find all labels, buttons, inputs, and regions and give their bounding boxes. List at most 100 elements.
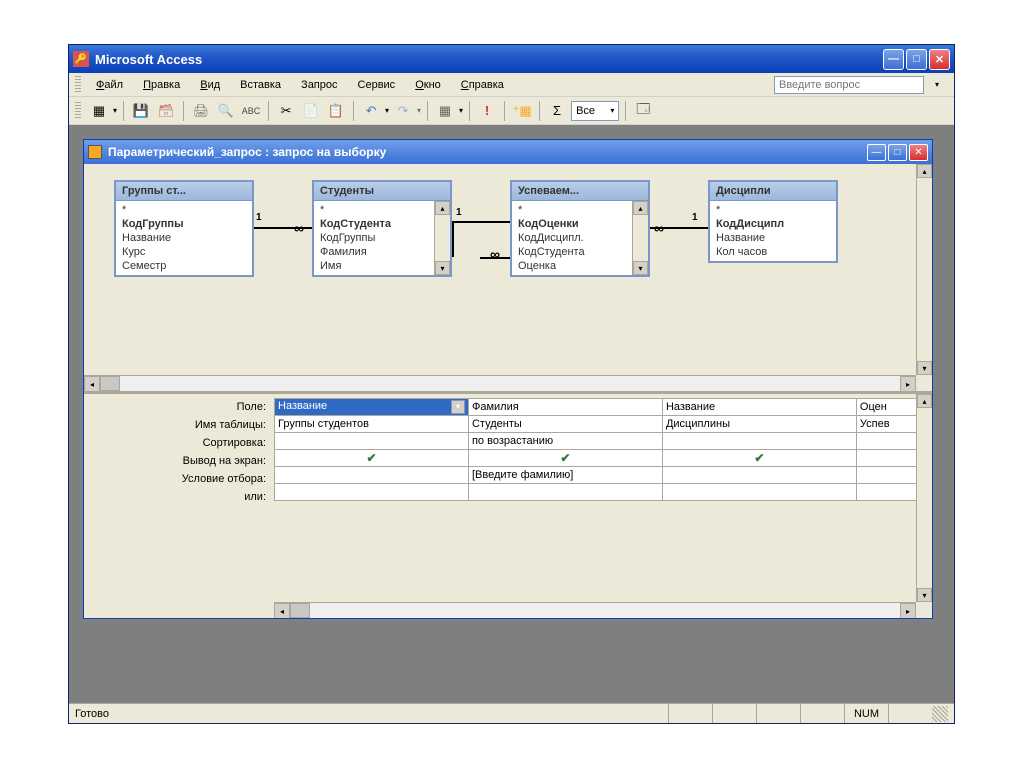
table-progress[interactable]: Успеваем... * КодОценки КодДисципл. КодС… bbox=[510, 180, 650, 277]
properties-button[interactable]: 🗔 bbox=[632, 100, 654, 122]
cut-button[interactable]: ✂ bbox=[275, 100, 297, 122]
grid-cell-field[interactable]: Название▾ bbox=[275, 399, 469, 416]
scroll-down-icon[interactable]: ▾ bbox=[633, 261, 648, 275]
redo-button[interactable]: ↷ bbox=[392, 100, 414, 122]
field[interactable]: Название bbox=[116, 231, 252, 245]
field[interactable]: КодГруппы bbox=[314, 231, 450, 245]
scroll-down-icon[interactable]: ▾ bbox=[917, 588, 932, 602]
grid-cell-table[interactable]: Дисциплины bbox=[662, 416, 856, 433]
view-button[interactable]: ▦ bbox=[88, 100, 110, 122]
field[interactable]: Кол часов bbox=[710, 245, 836, 259]
copy-button[interactable]: 📄 bbox=[300, 100, 322, 122]
scroll-right-icon[interactable]: ▸ bbox=[900, 376, 916, 392]
menu-file[interactable]: Файл bbox=[87, 76, 132, 94]
field-pk[interactable]: КодОценки bbox=[512, 217, 648, 231]
totals-button[interactable]: Σ bbox=[546, 100, 568, 122]
help-dropdown-icon[interactable]: ▾ bbox=[926, 74, 948, 96]
minimize-button[interactable]: — bbox=[883, 49, 904, 70]
grid-cell-or[interactable] bbox=[662, 484, 856, 501]
run-button[interactable]: ! bbox=[476, 100, 498, 122]
maximize-button[interactable]: □ bbox=[906, 49, 927, 70]
grid-cell-sort[interactable] bbox=[275, 433, 469, 450]
print-button[interactable]: 🖨 bbox=[190, 100, 212, 122]
field-pk[interactable]: КодДисципл bbox=[710, 217, 836, 231]
child-titlebar[interactable]: Параметрический_запрос : запрос на выбор… bbox=[84, 140, 932, 164]
field-star[interactable]: * bbox=[314, 203, 450, 217]
titlebar[interactable]: 🔑 Microsoft Access — □ ✕ bbox=[69, 45, 954, 73]
print-preview-button[interactable]: 🔍 bbox=[215, 100, 237, 122]
child-minimize-button[interactable]: — bbox=[867, 144, 886, 161]
toolbar-handle-2[interactable] bbox=[75, 102, 81, 120]
toolbar-handle[interactable] bbox=[75, 76, 81, 94]
menu-edit[interactable]: Правка bbox=[134, 76, 189, 94]
chevron-down-icon[interactable]: ▾ bbox=[113, 106, 117, 115]
close-button[interactable]: ✕ bbox=[929, 49, 950, 70]
table-groups[interactable]: Группы ст... * КодГруппы Название Курс С… bbox=[114, 180, 254, 277]
grid-cell-criteria[interactable] bbox=[662, 467, 856, 484]
grid-cell-table[interactable]: Студенты bbox=[468, 416, 662, 433]
field-star[interactable]: * bbox=[710, 203, 836, 217]
table-students[interactable]: Студенты * КодСтудента КодГруппы Фамилия… bbox=[312, 180, 452, 277]
design-v-scrollbar[interactable]: ▴ ▾ bbox=[916, 164, 932, 375]
scroll-thumb[interactable] bbox=[100, 376, 120, 391]
grid-cell-or[interactable] bbox=[468, 484, 662, 501]
file-search-button[interactable]: 🗃 bbox=[155, 100, 177, 122]
field[interactable]: Название bbox=[710, 231, 836, 245]
scroll-down-icon[interactable]: ▾ bbox=[917, 361, 932, 375]
child-close-button[interactable]: ✕ bbox=[909, 144, 928, 161]
field[interactable]: Семестр bbox=[116, 259, 252, 273]
show-table-button[interactable]: ⁺▦ bbox=[511, 100, 533, 122]
field-star[interactable]: * bbox=[512, 203, 648, 217]
grid-v-scrollbar[interactable]: ▴ ▾ bbox=[916, 394, 932, 602]
table-header[interactable]: Группы ст... bbox=[116, 182, 252, 201]
design-h-scrollbar[interactable]: ◂ ▸ bbox=[84, 375, 916, 391]
field-pk[interactable]: КодСтудента bbox=[314, 217, 450, 231]
menu-view[interactable]: Вид bbox=[191, 76, 229, 94]
field[interactable]: Фамилия bbox=[314, 245, 450, 259]
grid-cell-field[interactable]: Название bbox=[662, 399, 856, 416]
scroll-down-icon[interactable]: ▾ bbox=[435, 261, 450, 275]
chevron-down-icon[interactable]: ▾ bbox=[459, 106, 463, 115]
relationship-line[interactable] bbox=[452, 221, 454, 257]
grid-cell-sort[interactable]: по возрастанию bbox=[468, 433, 662, 450]
menu-help[interactable]: Справка bbox=[452, 76, 513, 94]
table-header[interactable]: Успеваем... bbox=[512, 182, 648, 201]
field-pk[interactable]: КодГруппы bbox=[116, 217, 252, 231]
grid-cell-show[interactable]: ✔ bbox=[275, 450, 469, 467]
scroll-thumb[interactable] bbox=[290, 603, 310, 618]
scroll-up-icon[interactable]: ▴ bbox=[917, 164, 932, 178]
relationship-pane[interactable]: Группы ст... * КодГруппы Название Курс С… bbox=[84, 164, 932, 394]
table-header[interactable]: Дисципли bbox=[710, 182, 836, 201]
scroll-up-icon[interactable]: ▴ bbox=[435, 201, 450, 215]
field[interactable]: Оценка bbox=[512, 259, 648, 273]
relationship-line[interactable] bbox=[452, 221, 510, 223]
grid-cell-table[interactable]: Группы студентов bbox=[275, 416, 469, 433]
grid-cell-sort[interactable] bbox=[662, 433, 856, 450]
table-scrollbar[interactable]: ▴ ▾ bbox=[632, 201, 648, 275]
field[interactable]: КодДисципл. bbox=[512, 231, 648, 245]
field-star[interactable]: * bbox=[116, 203, 252, 217]
grid-cell-criteria[interactable]: [Введите фамилию] bbox=[468, 467, 662, 484]
grid-cell-or[interactable] bbox=[275, 484, 469, 501]
grid-cell-show[interactable]: ✔ bbox=[662, 450, 856, 467]
table-scrollbar[interactable]: ▴ ▾ bbox=[434, 201, 450, 275]
scroll-left-icon[interactable]: ◂ bbox=[274, 603, 290, 618]
top-values-combo[interactable]: Все ▾ bbox=[571, 101, 619, 121]
chevron-down-icon[interactable]: ▾ bbox=[451, 400, 465, 414]
query-type-button[interactable]: ▦ bbox=[434, 100, 456, 122]
table-header[interactable]: Студенты bbox=[314, 182, 450, 201]
scroll-right-icon[interactable]: ▸ bbox=[900, 603, 916, 618]
field[interactable]: Имя bbox=[314, 259, 450, 273]
scroll-up-icon[interactable]: ▴ bbox=[917, 394, 932, 408]
table-disciplines[interactable]: Дисципли * КодДисципл Название Кол часов bbox=[708, 180, 838, 263]
grid-cell-show[interactable]: ✔ bbox=[468, 450, 662, 467]
grid-cell-criteria[interactable] bbox=[275, 467, 469, 484]
scroll-left-icon[interactable]: ◂ bbox=[84, 376, 100, 392]
menu-insert[interactable]: Вставка bbox=[231, 76, 290, 94]
help-search-input[interactable] bbox=[774, 76, 924, 94]
grid-cell-field[interactable]: Фамилия bbox=[468, 399, 662, 416]
chevron-down-icon[interactable]: ▾ bbox=[385, 106, 389, 115]
menu-window[interactable]: Окно bbox=[406, 76, 450, 94]
field[interactable]: Курс bbox=[116, 245, 252, 259]
resize-grip[interactable] bbox=[932, 706, 948, 722]
